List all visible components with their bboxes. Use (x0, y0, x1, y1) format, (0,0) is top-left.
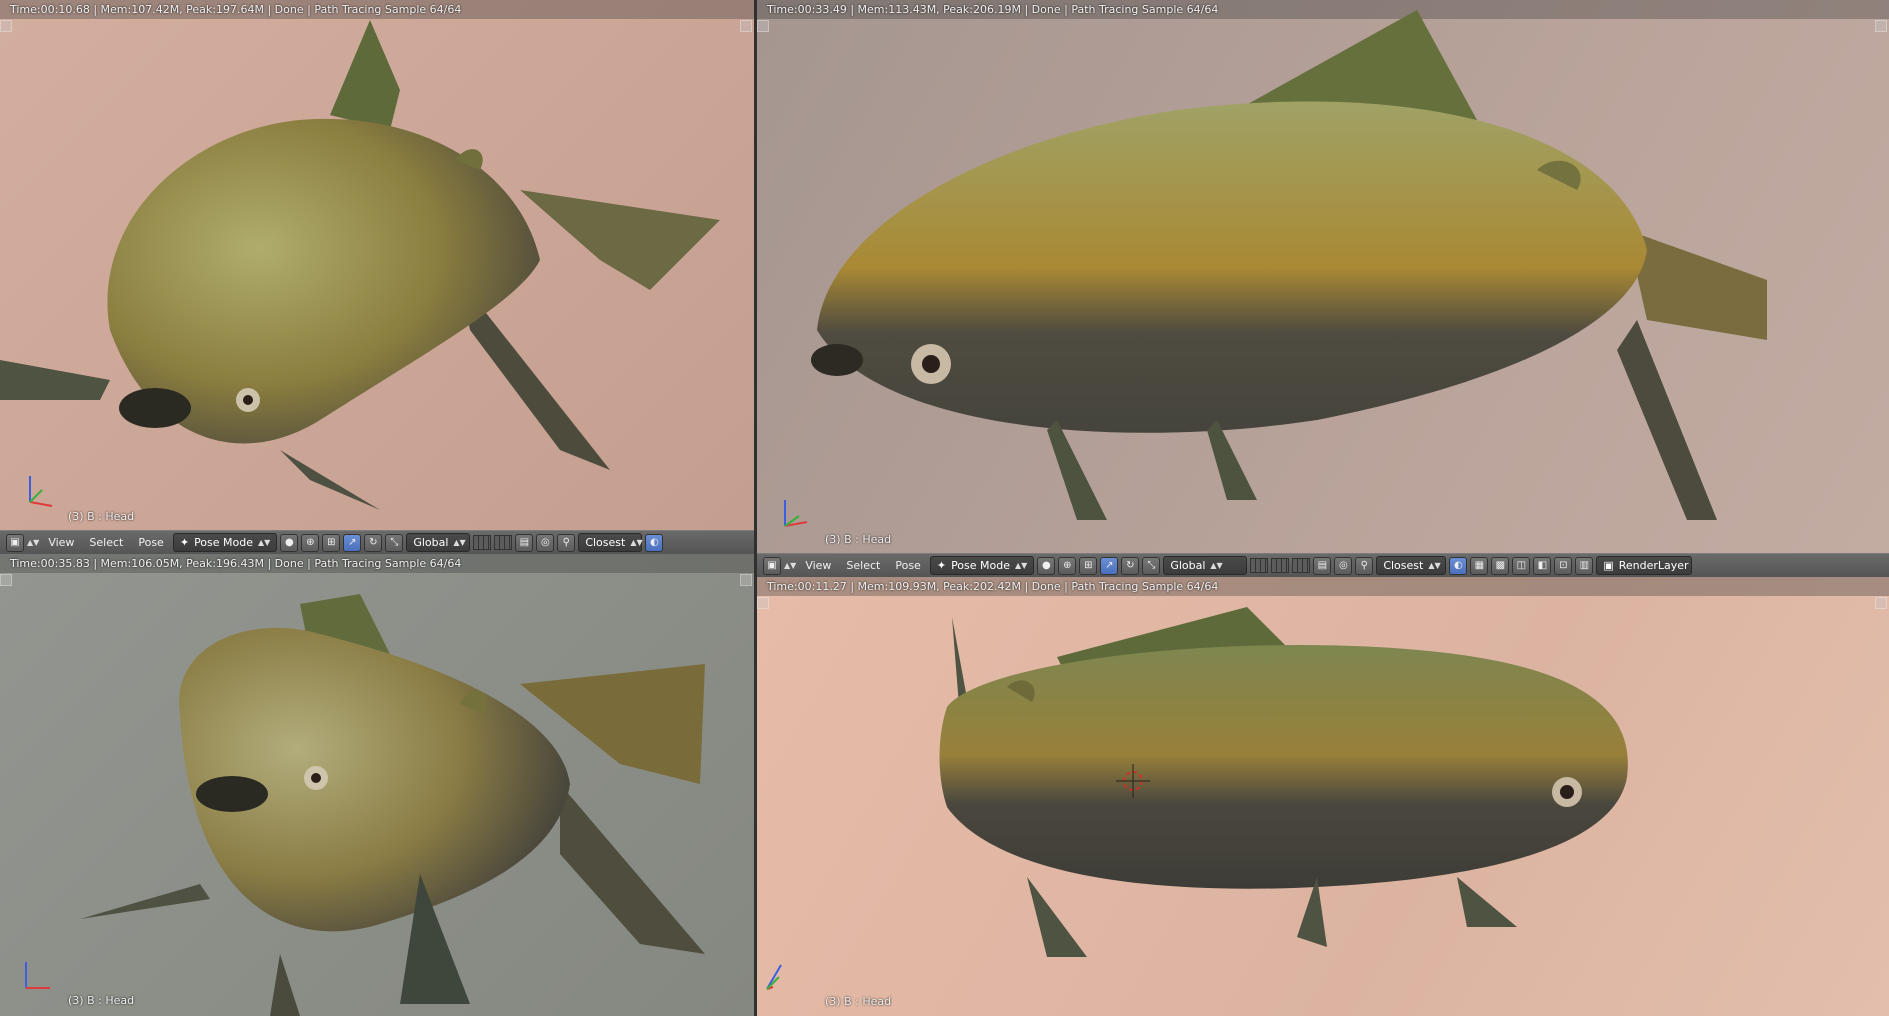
chevron-icon: ▲▼ (1428, 560, 1441, 570)
active-bone-label: (3) B : Head (68, 994, 135, 1007)
fish-render (811, 10, 1767, 520)
snap-dropdown[interactable]: Closest ▲▼ (578, 533, 643, 552)
3d-cursor-icon[interactable] (1116, 764, 1150, 798)
chevron-icon[interactable]: ▲▼ (784, 561, 796, 570)
editor-type-icon[interactable]: ▣ (6, 533, 24, 552)
fish-render (0, 20, 720, 510)
manipulator-icon[interactable]: ⊞ (1079, 556, 1098, 575)
render-layer-dropdown[interactable]: ▣ RenderLayer (1596, 556, 1693, 575)
editor-type-icon[interactable]: ▣ (763, 556, 781, 575)
lock-icon[interactable]: ▤ (515, 533, 534, 552)
snap-dropdown[interactable]: Closest ▲▼ (1376, 556, 1447, 575)
orientation-dropdown[interactable]: Global ▲▼ (1163, 556, 1248, 575)
proportional-icon[interactable]: ◎ (536, 533, 555, 552)
lock-icon[interactable]: ▤ (1313, 556, 1332, 575)
render-layer-icon: ▣ (1603, 559, 1614, 572)
layers-grid-icon[interactable] (494, 535, 513, 550)
orientation-dropdown[interactable]: Global ▲▼ (406, 533, 471, 552)
opengl-render-icon[interactable]: ▦ (1470, 556, 1489, 575)
orientation-label: Global (413, 536, 449, 549)
snap-icon[interactable]: ⚲ (1355, 556, 1374, 575)
mirror-icon[interactable]: ◧ (1533, 556, 1552, 575)
axis-gizmo (29, 476, 53, 507)
mode-dropdown[interactable]: ✦ Pose Mode ▲▼ (929, 556, 1035, 575)
snap-label: Closest (1383, 559, 1424, 572)
layers-grid-icon[interactable] (1292, 558, 1311, 573)
pivot-icon[interactable]: ⊕ (1058, 556, 1077, 575)
chevron-icon[interactable]: ▲▼ (27, 538, 39, 547)
pivot-icon[interactable]: ⊕ (301, 533, 320, 552)
axis-gizmo (25, 962, 50, 989)
opengl-anim-icon[interactable]: ▩ (1491, 556, 1510, 575)
mode-dropdown[interactable]: ✦ Pose Mode ▲▼ (172, 533, 278, 552)
active-bone-label: (3) B : Head (825, 533, 892, 546)
chevron-icon: ▲▼ (630, 537, 643, 547)
fish-render (939, 607, 1628, 957)
snap-icon[interactable]: ⚲ (557, 533, 576, 552)
manipulator-icon[interactable]: ⊞ (322, 533, 341, 552)
view-menu[interactable]: View (42, 534, 80, 551)
viewport-header-toolbar: ▣ ▲▼ View Select Pose ✦ Pose Mode ▲▼ ● ⊕ ⊞… (757, 553, 1889, 577)
view-menu[interactable]: View (799, 557, 837, 574)
axis-gizmo (766, 964, 782, 990)
chevron-icon: ▲▼ (1015, 560, 1028, 570)
layers-grid-icon[interactable] (473, 535, 492, 550)
viewport-header-toolbar: ▣ ▲▼ View Select Pose ✦ Pose Mode ▲▼ ● ⊕ ⊞… (0, 530, 754, 554)
translate-icon[interactable]: ↗ (1100, 556, 1119, 575)
rotate-icon[interactable]: ↻ (364, 533, 383, 552)
chevron-icon: ▲▼ (453, 537, 466, 547)
pose-menu[interactable]: Pose (889, 557, 926, 574)
pose-icon: ✦ (179, 536, 190, 549)
proportional-icon[interactable]: ◎ (1334, 556, 1353, 575)
rotate-icon[interactable]: ↻ (1121, 556, 1140, 575)
viewport-top-right[interactable]: Time:00:33.49 | Mem:113.43M, Peak:206.19… (757, 0, 1889, 554)
pin-icon[interactable]: ⊡ (1554, 556, 1573, 575)
render-layer-label: RenderLayer (1618, 559, 1689, 572)
viewport-top-left[interactable]: Time:00:10.68 | Mem:107.42M, Peak:197.64… (0, 0, 754, 530)
camera-icon[interactable]: ◫ (1512, 556, 1531, 575)
mode-label: Pose Mode (194, 536, 253, 549)
axis-gizmo (784, 500, 808, 527)
chevron-icon: ▲▼ (1210, 560, 1223, 570)
active-bone-label: (3) B : Head (825, 995, 892, 1008)
layers-grid-icon[interactable] (1271, 558, 1290, 573)
select-menu[interactable]: Select (83, 534, 129, 551)
scale-icon[interactable]: ⤡ (385, 533, 404, 552)
shading-icon[interactable]: ● (1037, 556, 1056, 575)
mode-label: Pose Mode (951, 559, 1010, 572)
layer-icon[interactable]: ▥ (1575, 556, 1594, 575)
fish-render (80, 594, 705, 1016)
pose-menu[interactable]: Pose (132, 534, 169, 551)
translate-icon[interactable]: ↗ (343, 533, 362, 552)
snap-label: Closest (585, 536, 626, 549)
active-bone-label: (3) B : Head (68, 510, 135, 523)
shading-icon[interactable]: ● (280, 533, 299, 552)
orientation-label: Global (1170, 559, 1206, 572)
pose-icon: ✦ (936, 559, 947, 572)
scale-icon[interactable]: ⤡ (1142, 556, 1161, 575)
chevron-icon: ▲▼ (258, 537, 271, 547)
render-icon[interactable]: ◐ (645, 533, 664, 552)
layers-grid-icon[interactable] (1250, 558, 1269, 573)
viewport-bottom-left[interactable]: Time:00:35.83 | Mem:106.05M, Peak:196.43… (0, 554, 754, 1016)
select-menu[interactable]: Select (840, 557, 886, 574)
viewport-bottom-right[interactable]: Time:00:11.27 | Mem:109.93M, Peak:202.42… (757, 577, 1889, 1016)
render-icon[interactable]: ◐ (1449, 556, 1468, 575)
